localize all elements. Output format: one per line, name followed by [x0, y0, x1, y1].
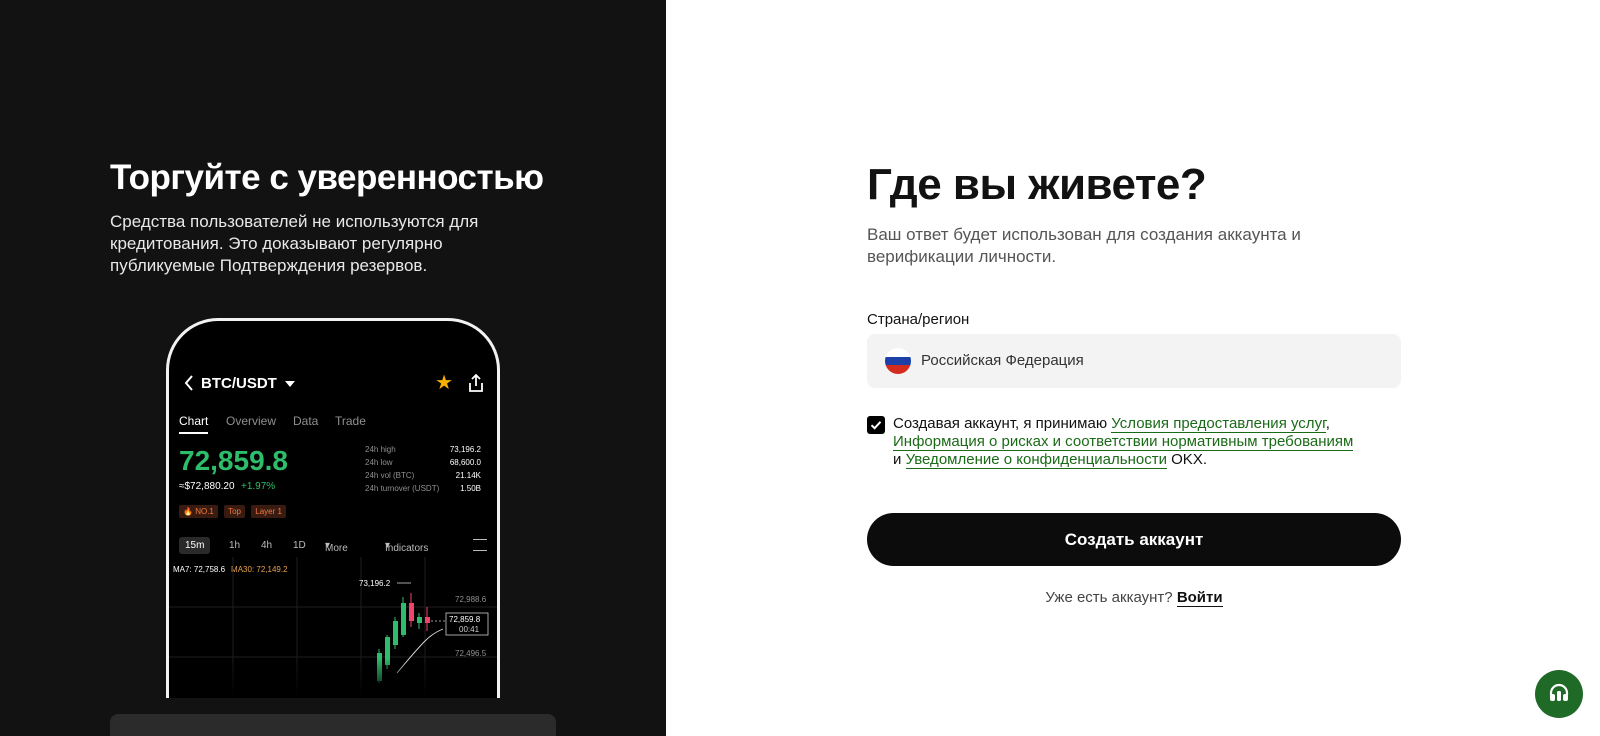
candlestick-chart: 73,196.2 72,988.6 72,859.8 00:41 72,496.… [169, 557, 497, 698]
price-level-label: 72,496.5 [455, 649, 487, 658]
phone-tab-overview: Overview [226, 414, 277, 428]
timeframe-4h: 4h [261, 540, 273, 551]
agree-comma: , [1325, 415, 1330, 432]
stat-row: 24h turnover (USDT) 1.50B [365, 484, 481, 497]
timeframe-1h: 1h [229, 540, 241, 551]
russia-flag-icon [885, 348, 911, 374]
promo-description-line: кредитования. Это доказывают регулярно [110, 234, 443, 253]
stat-label: 24h turnover (USDT) [365, 484, 440, 493]
privacy-link[interactable]: Уведомление о конфиденциальности [905, 451, 1167, 469]
agree-prefix: Создавая аккаунт, я принимаю [893, 415, 1108, 432]
stat-value: 68,600.0 [449, 458, 481, 467]
tag-badge: Layer 1 [251, 505, 286, 518]
checkmark-icon [870, 421, 882, 430]
stat-label: 24h vol (BTC) [365, 471, 415, 480]
candle-up [417, 617, 422, 623]
candle-timer: 00:41 [459, 625, 480, 634]
share-icon [467, 373, 485, 393]
risk-disclosure-link[interactable]: Информация о рисках и соответствии норма… [893, 433, 1354, 451]
promo-panel: Торгуйте с уверенностью Средства пользов… [0, 0, 666, 736]
phone-tab-data: Data [293, 414, 319, 428]
page-title: Где вы живете? [867, 160, 1207, 209]
page-description: Ваш ответ будет использован для создания… [867, 224, 1337, 268]
promo-title: Торгуйте с уверенностью [110, 158, 544, 197]
timeframe-bar: 15m 1h 4h 1D More ▾ Indicators ▾ [179, 537, 489, 557]
star-icon: ★ [435, 372, 453, 394]
stat-row: 24h vol (BTC) 21.14K [365, 471, 481, 484]
agree-text: Создавая аккаунт, я принимаю Условия пре… [893, 415, 1413, 469]
stat-value: 21.14K [455, 471, 481, 480]
stat-label: 24h low [365, 458, 393, 467]
login-prompt-line: Уже есть аккаунт? Войти [867, 589, 1401, 607]
support-chat-icon [1549, 683, 1569, 701]
indicators-menu: Indicators ▾ [385, 540, 429, 554]
country-label: Страна/регион [867, 311, 970, 328]
promo-description-line: Средства пользователей не используются д… [110, 212, 479, 231]
timeframe-15m: 15m [179, 537, 211, 554]
create-account-button[interactable]: Создать аккаунт [867, 513, 1401, 566]
timeframe-more: More ▾ [325, 540, 348, 554]
login-prompt: Уже есть аккаунт? [1045, 589, 1173, 606]
page-description-line: Ваш ответ будет использован для создания… [867, 225, 1301, 244]
support-chat-button[interactable] [1535, 670, 1583, 718]
chart-settings-icon [473, 539, 487, 551]
current-price-label: 72,859.8 [449, 615, 481, 624]
login-link[interactable]: Войти [1176, 589, 1223, 607]
candle-up [385, 637, 390, 665]
market-stats: 24h high 73,196.2 24h low 68,600.0 24h vol… [365, 445, 481, 497]
stat-value: 1.50B [460, 484, 481, 493]
approx-usd-price: ≈$72,880.20 [179, 481, 235, 492]
pair-tags: 🔥 NO.1 Top Layer 1 [179, 505, 290, 518]
phone-tab-chart: Chart [179, 414, 209, 434]
candle-down [409, 603, 414, 621]
candle-down [425, 617, 430, 623]
trading-pair: BTC/USDT [201, 375, 277, 392]
last-price: 72,859.8 [179, 445, 288, 476]
terms-link[interactable]: Условия предоставления услуг [1111, 415, 1326, 433]
stat-row: 24h low 68,600.0 [365, 458, 481, 471]
price-change: +1.97% [241, 481, 276, 492]
ma-line [396, 628, 444, 674]
info-card [110, 714, 556, 736]
promo-description: Средства пользователей не используются д… [110, 211, 530, 277]
country-select[interactable]: Российская Федерация [867, 334, 1401, 388]
tag-badge: Top [224, 505, 246, 518]
stat-value: 73,196.2 [449, 445, 481, 454]
promo-description-line: публикуемые Подтверждения резервов. [110, 256, 428, 275]
price-level-label: 72,988.6 [455, 595, 487, 604]
candle-up [393, 621, 398, 645]
country-value: Российская Федерация [921, 352, 1084, 369]
phone-header: BTC/USDT ★ [183, 373, 485, 395]
tag-badge: 🔥 NO.1 [179, 505, 218, 518]
tag-label: NO.1 [195, 507, 214, 516]
stat-label: 24h high [365, 445, 396, 454]
candle-up [401, 603, 406, 635]
brand-suffix: OKX. [1171, 451, 1207, 468]
fire-icon: 🔥 [183, 507, 193, 516]
stat-row: 24h high 73,196.2 [365, 445, 481, 458]
page-description-line: верификации личности. [867, 247, 1057, 266]
back-arrow-icon [183, 374, 199, 394]
phone-mockup: BTC/USDT ★ Chart Overview Data Trade 72,… [166, 318, 500, 698]
agree-and: и [893, 451, 902, 468]
high-price-label: 73,196.2 [359, 579, 391, 588]
phone-tab-trade: Trade [335, 414, 366, 428]
chevron-down-icon [285, 381, 295, 387]
candle-up [377, 653, 382, 681]
agree-checkbox[interactable] [867, 416, 885, 434]
timeframe-1d: 1D [293, 540, 306, 551]
